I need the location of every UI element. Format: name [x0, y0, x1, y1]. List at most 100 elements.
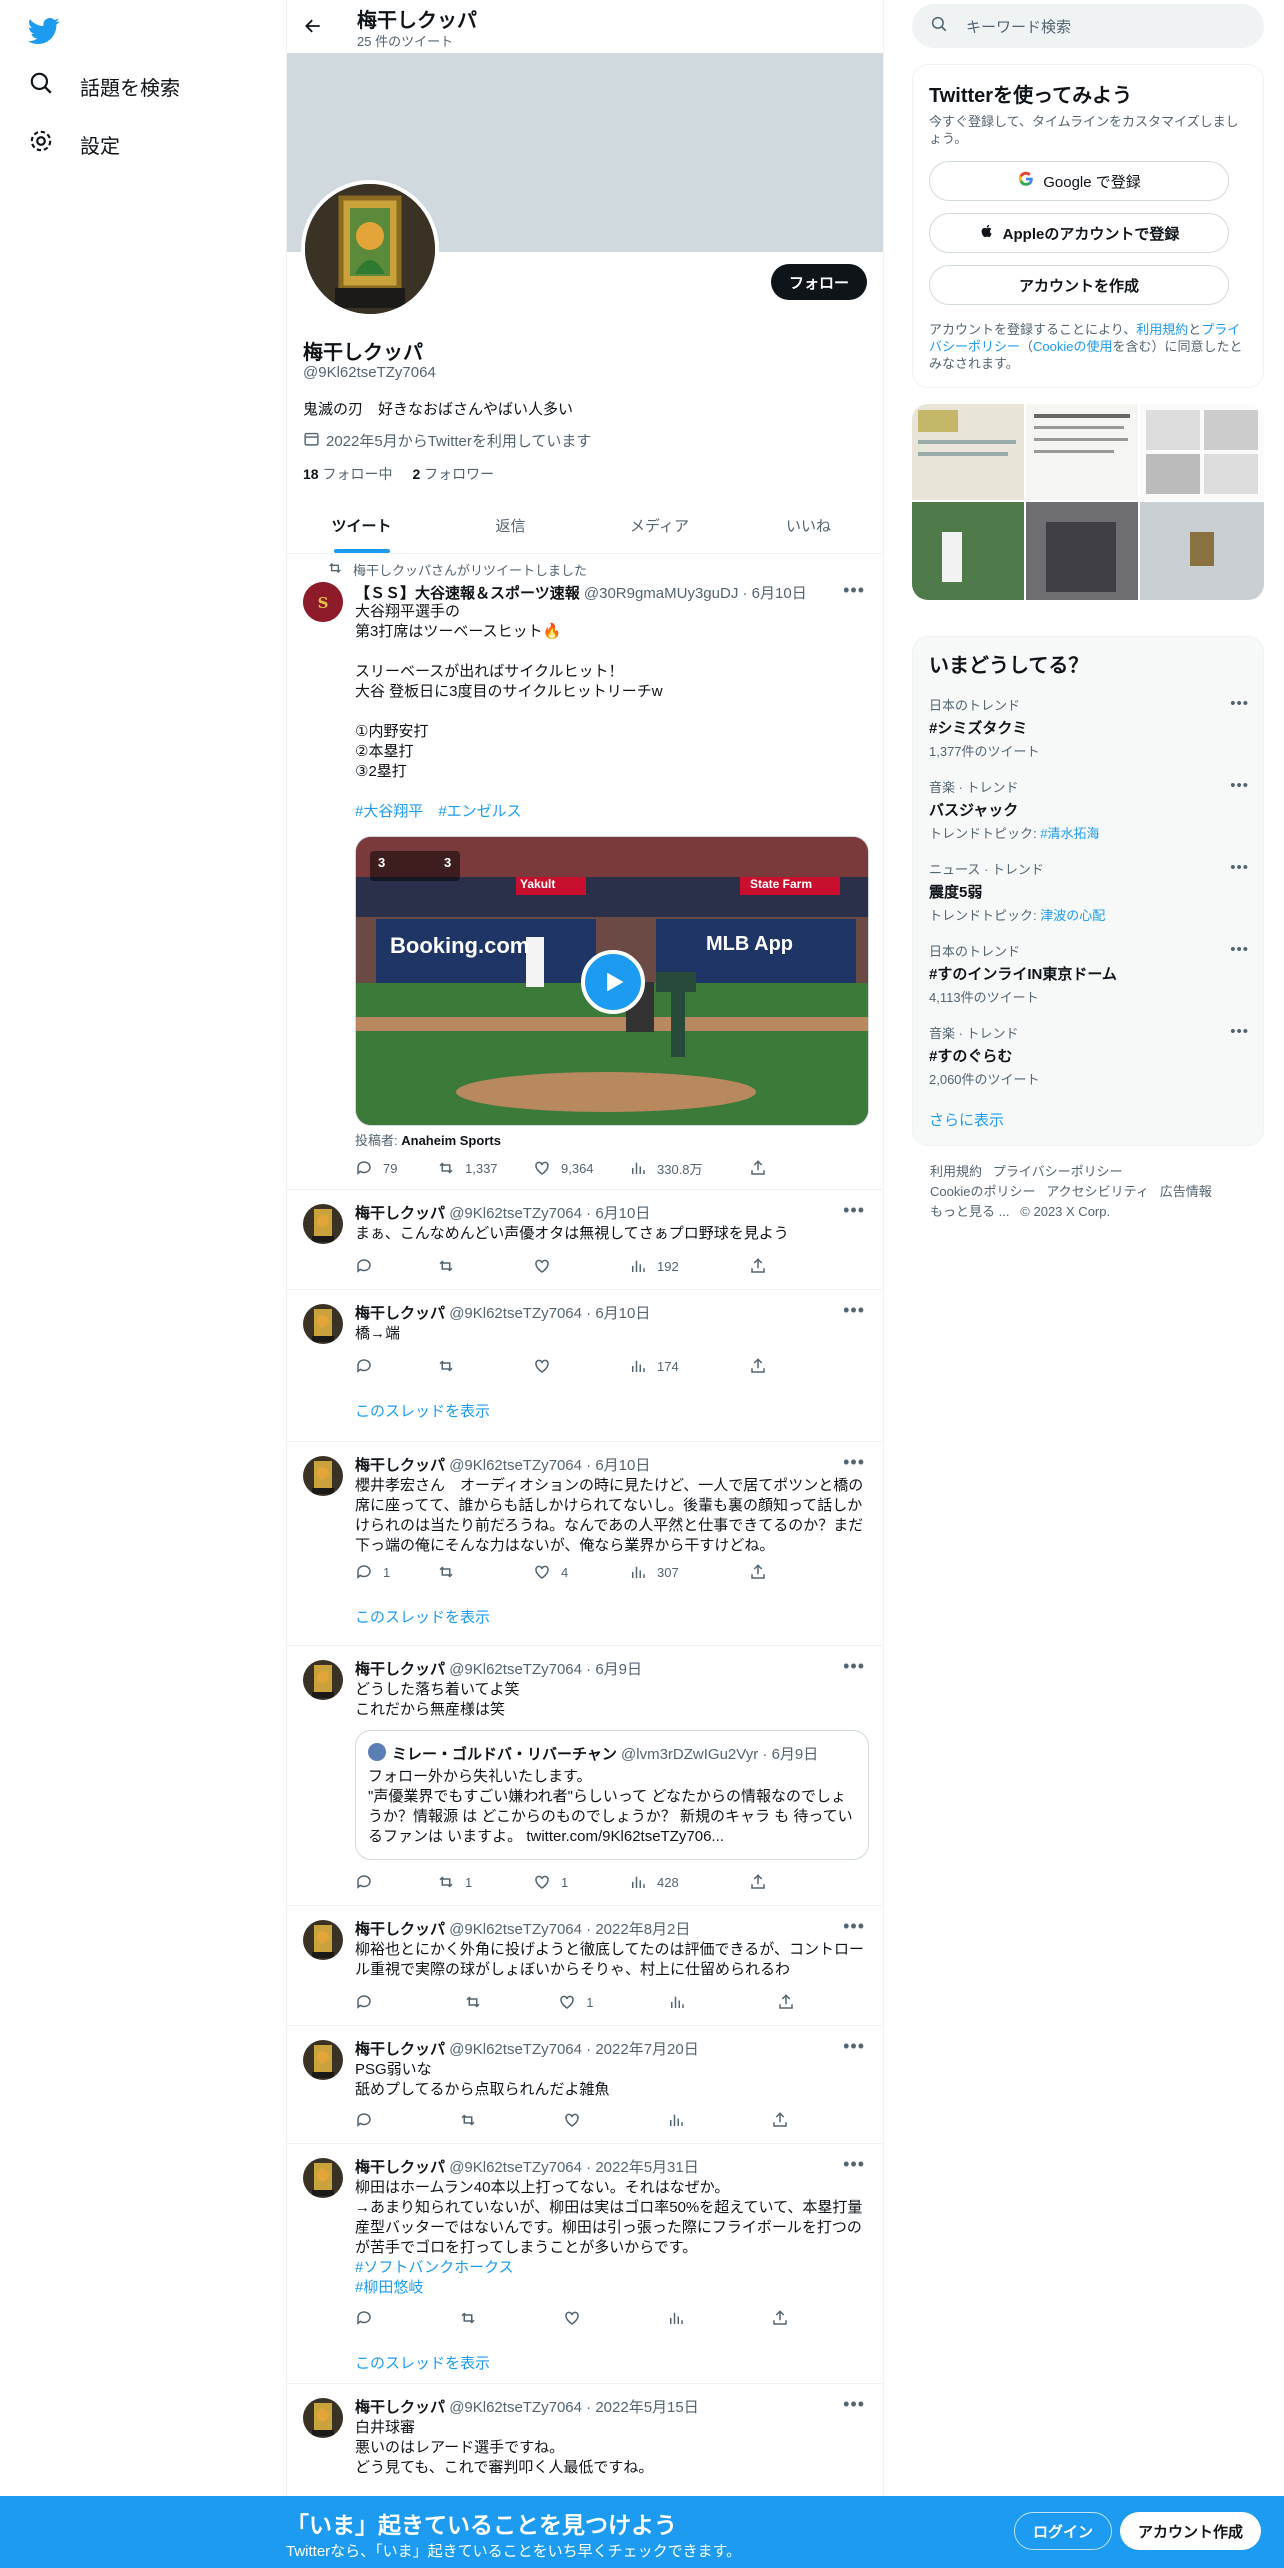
reply-button[interactable]	[355, 1872, 437, 1892]
retweet-button[interactable]	[437, 1256, 533, 1276]
reply-button[interactable]	[355, 1992, 464, 2012]
avatar[interactable]	[303, 1660, 343, 1700]
avatar[interactable]	[303, 1304, 343, 1344]
like-button[interactable]	[533, 1256, 629, 1276]
author-handle[interactable]: @9Kl62tseTZy7064	[449, 1921, 582, 1938]
author-handle[interactable]: @9Kl62tseTZy7064	[449, 1661, 582, 1678]
like-button[interactable]	[563, 2110, 667, 2130]
tweet[interactable]: 梅干しクッパ @9Kl62tseTZy7064 · 2022年8月2日 ••• …	[287, 1906, 883, 2026]
media-thumb[interactable]	[1140, 502, 1264, 600]
avatar[interactable]	[303, 2158, 343, 2198]
hashtag-link[interactable]: #ソフトバンクホークス	[355, 2258, 871, 2278]
trend-item[interactable]: 日本のトレンド #シミズタクミ 1,377件のツイート •••	[929, 695, 1249, 760]
more-icon[interactable]: •••	[843, 580, 865, 601]
tweet-date[interactable]: 6月10日	[752, 585, 807, 602]
tweet-date[interactable]: 2022年5月15日	[595, 2399, 698, 2416]
more-icon[interactable]: •••	[843, 2154, 865, 2175]
tweet-date[interactable]: 6月10日	[595, 1205, 650, 1222]
retweet-button[interactable]: 1	[437, 1872, 533, 1892]
media-thumb[interactable]	[912, 404, 1024, 500]
author-handle[interactable]: @9Kl62tseTZy7064	[449, 1457, 582, 1474]
tweet-date[interactable]: 6月10日	[595, 1305, 650, 1322]
more-icon[interactable]: •••	[843, 2394, 865, 2415]
trend-item[interactable]: 音楽 · トレンド #すのぐらむ 2,060件のツイート •••	[929, 1023, 1249, 1088]
create-account-button[interactable]: アカウントを作成	[929, 265, 1229, 305]
author-handle[interactable]: @9Kl62tseTZy7064	[449, 2399, 582, 2416]
retweet-button[interactable]	[437, 1562, 533, 1582]
views-button[interactable]	[667, 2110, 771, 2130]
author-name[interactable]: 【ＳＳ】大谷速報＆スポーツ速報	[355, 585, 580, 602]
views-button[interactable]: 174	[629, 1356, 749, 1376]
share-button[interactable]	[771, 2308, 789, 2328]
more-icon[interactable]: •••	[1230, 859, 1249, 876]
footer-link[interactable]: もっと見る ...	[930, 1204, 1009, 1219]
apple-signup-button[interactable]: Appleのアカウントで登録	[929, 213, 1229, 253]
nav-settings[interactable]: 設定	[28, 124, 120, 164]
avatar[interactable]	[303, 1204, 343, 1244]
author-name[interactable]: 梅干しクッパ	[355, 1205, 445, 1222]
media-thumb[interactable]	[1140, 404, 1264, 500]
tweet[interactable]: 梅干しクッパ @9Kl62tseTZy7064 · 2022年5月15日 •••…	[287, 2384, 883, 2496]
tweet-date[interactable]: 2022年7月20日	[595, 2041, 698, 2058]
retweet-button[interactable]	[464, 1992, 558, 2012]
tweet-date[interactable]: 6月10日	[595, 1457, 650, 1474]
reply-button[interactable]	[355, 2308, 459, 2328]
views-button[interactable]: 330.8万	[629, 1158, 749, 1178]
share-button[interactable]	[749, 1872, 767, 1892]
like-button[interactable]: 9,364	[533, 1158, 629, 1178]
tweet[interactable]: 梅干しクッパ @9Kl62tseTZy7064 · 6月9日 ••• どうした落…	[287, 1646, 883, 1906]
terms-link[interactable]: 利用規約	[1136, 322, 1188, 337]
retweet-button[interactable]	[459, 2308, 563, 2328]
more-icon[interactable]: •••	[843, 2036, 865, 2057]
share-button[interactable]	[749, 1256, 767, 1276]
more-icon[interactable]: •••	[1230, 941, 1249, 958]
cookie-link[interactable]: Cookieの使用	[1033, 339, 1112, 354]
tab-replies[interactable]: 返信	[436, 498, 585, 553]
like-button[interactable]: 1	[558, 1992, 667, 2012]
more-icon[interactable]: •••	[1230, 695, 1249, 712]
profile-avatar[interactable]	[301, 180, 439, 318]
avatar[interactable]: S	[303, 582, 343, 622]
views-button[interactable]: 428	[629, 1872, 749, 1892]
show-more-link[interactable]: さらに表示	[929, 1109, 1004, 1130]
reply-button[interactable]	[355, 2110, 459, 2130]
tweet[interactable]: 梅干しクッパ @9Kl62tseTZy7064 · 6月10日 ••• まぁ、こ…	[287, 1190, 883, 1290]
more-icon[interactable]: •••	[843, 1916, 865, 1937]
google-signup-button[interactable]: Google で登録	[929, 161, 1229, 201]
follow-button[interactable]: フォロー	[770, 264, 867, 300]
footer-link[interactable]: 利用規約	[930, 1164, 982, 1179]
like-button[interactable]	[533, 1356, 629, 1376]
play-icon[interactable]	[581, 950, 645, 1014]
trend-item[interactable]: 音楽 · トレンド バスジャック トレンドトピック: #清水拓海 •••	[929, 777, 1249, 842]
avatar[interactable]	[303, 2040, 343, 2080]
avatar[interactable]	[303, 2398, 343, 2438]
search-input[interactable]: キーワード検索	[912, 4, 1264, 48]
author-name[interactable]: 梅干しクッパ	[355, 2399, 445, 2416]
reply-button[interactable]: 79	[355, 1158, 437, 1178]
author-name[interactable]: 梅干しクッパ	[355, 2041, 445, 2058]
reply-button[interactable]	[355, 1256, 437, 1276]
following-stat[interactable]: 18 フォロー中	[303, 464, 392, 484]
author-name[interactable]: 梅干しクッパ	[355, 1921, 445, 1938]
media-thumb[interactable]	[912, 502, 1024, 600]
author-name[interactable]: 梅干しクッパ	[355, 2159, 445, 2176]
media-thumb[interactable]	[1026, 404, 1138, 500]
nav-explore[interactable]: 話題を検索	[28, 66, 180, 106]
like-button[interactable]	[563, 2308, 667, 2328]
avatar[interactable]	[303, 1456, 343, 1496]
retweet-button[interactable]	[459, 2110, 563, 2130]
show-thread-link[interactable]: このスレッドを表示	[355, 1606, 490, 1627]
author-name[interactable]: 梅干しクッパ	[355, 1457, 445, 1474]
tab-media[interactable]: メディア	[585, 498, 734, 553]
share-button[interactable]	[749, 1356, 767, 1376]
show-thread-link[interactable]: このスレッドを表示	[355, 1400, 490, 1421]
quote-tweet[interactable]: ミレー・ゴルドバ・リバーチャン @lvm3rDZwIGu2Vyr · 6月9日 …	[355, 1730, 869, 1860]
author-handle[interactable]: @9Kl62tseTZy7064	[449, 1305, 582, 1322]
share-button[interactable]	[749, 1158, 767, 1178]
signup-button[interactable]: アカウント作成	[1120, 2512, 1262, 2550]
author-handle[interactable]: @30R9gmaMUy3guDJ	[584, 585, 738, 602]
more-icon[interactable]: •••	[1230, 1023, 1249, 1040]
tab-tweets[interactable]: ツイート	[287, 498, 436, 553]
like-button[interactable]: 1	[533, 1872, 629, 1892]
footer-link[interactable]: 広告情報	[1160, 1184, 1212, 1199]
